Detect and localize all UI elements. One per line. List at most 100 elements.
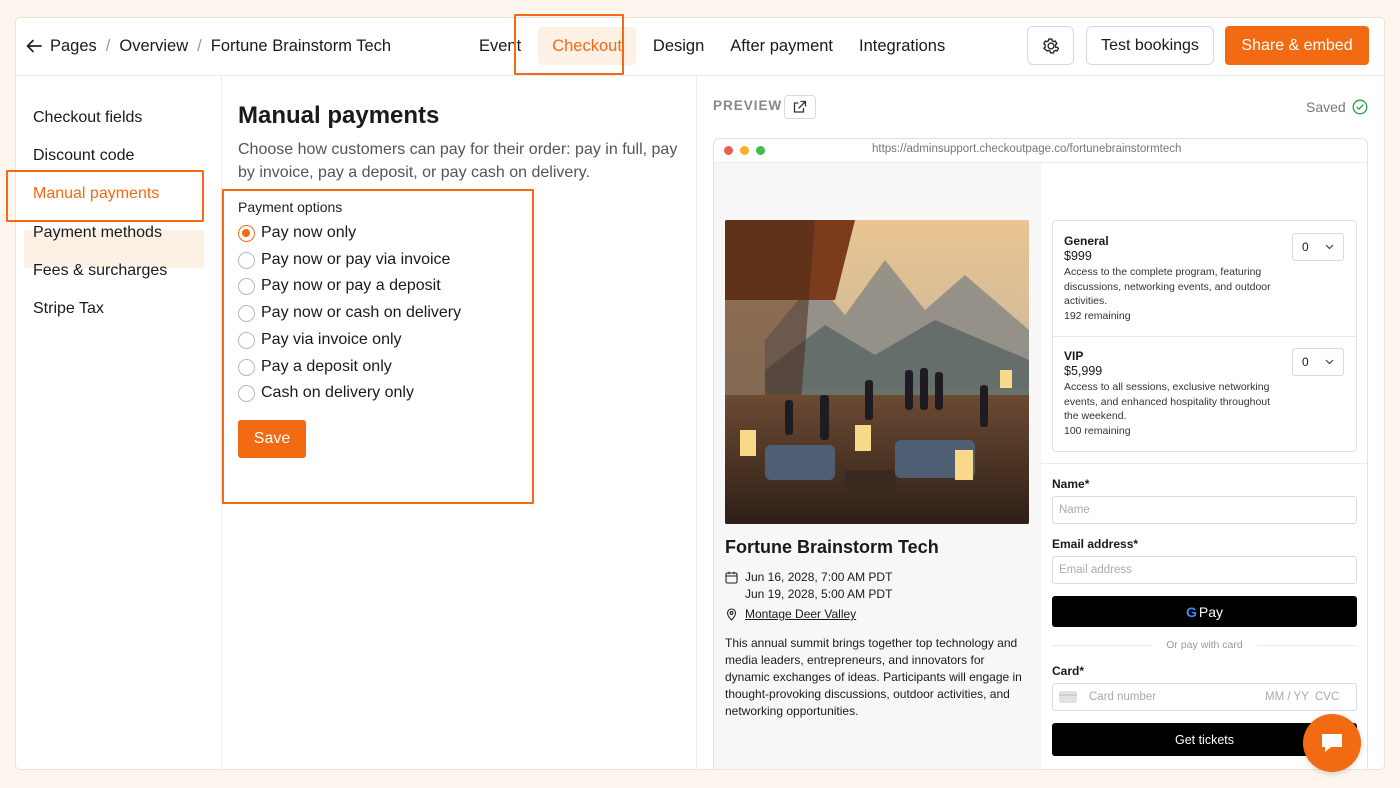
ticket-remaining: 192 remaining	[1064, 309, 1131, 322]
sidebar-item-payment-methods[interactable]: Payment methods	[33, 224, 162, 242]
sidebar-item-stripe-tax[interactable]: Stripe Tax	[33, 300, 104, 318]
chevron-down-icon	[1325, 359, 1334, 365]
ticket-item: General $999 Access to the complete prog…	[1064, 234, 1284, 323]
ticket-quantity-select[interactable]: 0	[1292, 233, 1344, 261]
sidebar: Checkout fields Discount code Manual pay…	[16, 76, 222, 769]
ticket-remaining: 100 remaining	[1064, 424, 1131, 437]
radio-button[interactable]	[238, 304, 255, 322]
form-divider	[1041, 463, 1367, 464]
minimize-dot-icon	[740, 146, 749, 155]
sidebar-item-discount-code[interactable]: Discount code	[33, 147, 134, 165]
checkout-preview-frame: https://adminsupport.checkoutpage.co/for…	[713, 138, 1368, 769]
save-status: Saved	[1306, 99, 1368, 115]
save-status-text: Saved	[1306, 99, 1346, 115]
settings-button[interactable]	[1027, 26, 1074, 65]
back-arrow-icon[interactable]	[24, 36, 44, 56]
radio-option[interactable]: Pay now or pay via invoice	[238, 249, 450, 271]
radio-button[interactable]	[238, 251, 255, 269]
event-end-date: Jun 19, 2028, 5:00 AM PDT	[745, 587, 893, 601]
app-window: Pages / Overview / Fortune Brainstorm Te…	[16, 18, 1384, 769]
preview-label: PREVIEW	[713, 98, 783, 113]
radio-button[interactable]	[238, 358, 255, 376]
event-info-column: Fortune Brainstorm Tech Jun 16, 2028, 7:…	[714, 163, 1041, 769]
tab-checkout[interactable]: Checkout	[538, 27, 636, 65]
radio-option[interactable]: Pay a deposit only	[238, 356, 392, 378]
save-button[interactable]: Save	[238, 420, 306, 458]
card-field[interactable]: Card number MM / YY CVC	[1052, 683, 1357, 711]
radio-option[interactable]: Pay now or cash on delivery	[238, 302, 461, 324]
radio-option[interactable]: Pay now only	[238, 222, 356, 244]
radio-option[interactable]: Pay via invoice only	[238, 329, 402, 351]
radio-button[interactable]	[238, 384, 255, 402]
card-cvc-placeholder: CVC	[1315, 691, 1340, 703]
ticket-description: Access to all sessions, exclusive networ…	[1064, 381, 1271, 422]
ticket-name: VIP	[1064, 349, 1084, 363]
radio-button[interactable]	[238, 224, 255, 242]
maximize-dot-icon	[756, 146, 765, 155]
card-number-placeholder: Card number	[1089, 691, 1157, 703]
ticket-divider	[1053, 336, 1356, 337]
ticket-item: VIP $5,999 Access to all sessions, exclu…	[1064, 349, 1284, 438]
email-label: Email address*	[1052, 537, 1139, 551]
sidebar-item-manual-payments[interactable]: Manual payments	[33, 185, 159, 203]
radio-label: Pay now or cash on delivery	[261, 304, 462, 321]
location-pin-icon	[726, 608, 737, 621]
payment-options-label: Payment options	[238, 199, 343, 215]
email-field[interactable]: Email address	[1052, 556, 1357, 584]
card-label: Card*	[1052, 664, 1085, 678]
event-location: Montage Deer Valley	[725, 606, 856, 623]
preview-url: https://adminsupport.checkoutpage.co/for…	[872, 143, 1182, 155]
check-circle-icon	[1352, 99, 1368, 115]
gear-icon	[1042, 37, 1059, 54]
event-hero-image	[725, 220, 1029, 524]
ticket-quantity-value: 0	[1302, 355, 1309, 369]
ticket-quantity-value: 0	[1302, 240, 1309, 254]
radio-button[interactable]	[238, 331, 255, 349]
ticket-quantity-select[interactable]: 0	[1292, 348, 1344, 376]
main-nav: Event Checkout Design After payment Inte…	[466, 18, 958, 74]
radio-label: Pay now only	[261, 224, 357, 241]
manual-payments-panel: Manual payments Choose how customers can…	[222, 76, 697, 769]
breadcrumb-event: Fortune Brainstorm Tech	[210, 36, 392, 55]
google-pay-button[interactable]: G Pay	[1052, 596, 1357, 627]
event-location-link[interactable]: Montage Deer Valley	[745, 606, 856, 623]
breadcrumb-separator: /	[197, 36, 202, 55]
ticket-list: General $999 Access to the complete prog…	[1052, 220, 1357, 452]
radio-option[interactable]: Cash on delivery only	[238, 382, 414, 404]
chat-launcher-button[interactable]	[1303, 714, 1361, 772]
tab-after-payment[interactable]: After payment	[717, 27, 846, 65]
breadcrumb: Pages / Overview / Fortune Brainstorm Te…	[24, 18, 391, 74]
browser-bar: https://adminsupport.checkoutpage.co/for…	[714, 139, 1367, 163]
chevron-down-icon	[1325, 244, 1334, 250]
test-bookings-button[interactable]: Test bookings	[1086, 26, 1214, 65]
radio-label: Pay a deposit only	[261, 358, 392, 375]
tab-event[interactable]: Event	[466, 27, 534, 65]
radio-label: Cash on delivery only	[261, 384, 414, 401]
top-bar: Pages / Overview / Fortune Brainstorm Te…	[16, 18, 1384, 76]
tab-integrations[interactable]: Integrations	[846, 27, 958, 65]
radio-label: Pay now or pay via invoice	[261, 251, 451, 268]
event-dates: Jun 16, 2028, 7:00 AM PDT Jun 19, 2028, …	[725, 569, 892, 603]
sidebar-item-fees-surcharges[interactable]: Fees & surcharges	[33, 262, 167, 280]
sidebar-item-checkout-fields[interactable]: Checkout fields	[33, 109, 142, 127]
open-preview-button[interactable]	[784, 95, 816, 119]
ticket-name: General	[1064, 234, 1109, 248]
share-embed-button[interactable]: Share & embed	[1225, 26, 1369, 65]
breadcrumb-overview[interactable]: Overview	[119, 37, 188, 56]
event-description: This annual summit brings together top t…	[725, 636, 1022, 718]
breadcrumb-separator: /	[105, 36, 111, 55]
radio-option[interactable]: Pay now or pay a deposit	[238, 275, 441, 297]
credit-card-icon	[1059, 691, 1077, 703]
google-pay-label: Pay	[1198, 603, 1223, 620]
calendar-icon	[725, 571, 738, 584]
radio-button[interactable]	[238, 277, 255, 295]
close-dot-icon	[724, 146, 733, 155]
name-field[interactable]: Name	[1052, 496, 1357, 524]
external-link-icon	[793, 100, 807, 113]
event-start-date: Jun 16, 2028, 7:00 AM PDT	[745, 570, 893, 584]
breadcrumb-pages[interactable]: Pages	[50, 37, 97, 56]
ticket-price: $5,999	[1064, 363, 1103, 378]
ticket-price: $999	[1064, 248, 1092, 263]
page-title: Manual payments	[238, 102, 440, 129]
tab-design[interactable]: Design	[640, 27, 717, 65]
